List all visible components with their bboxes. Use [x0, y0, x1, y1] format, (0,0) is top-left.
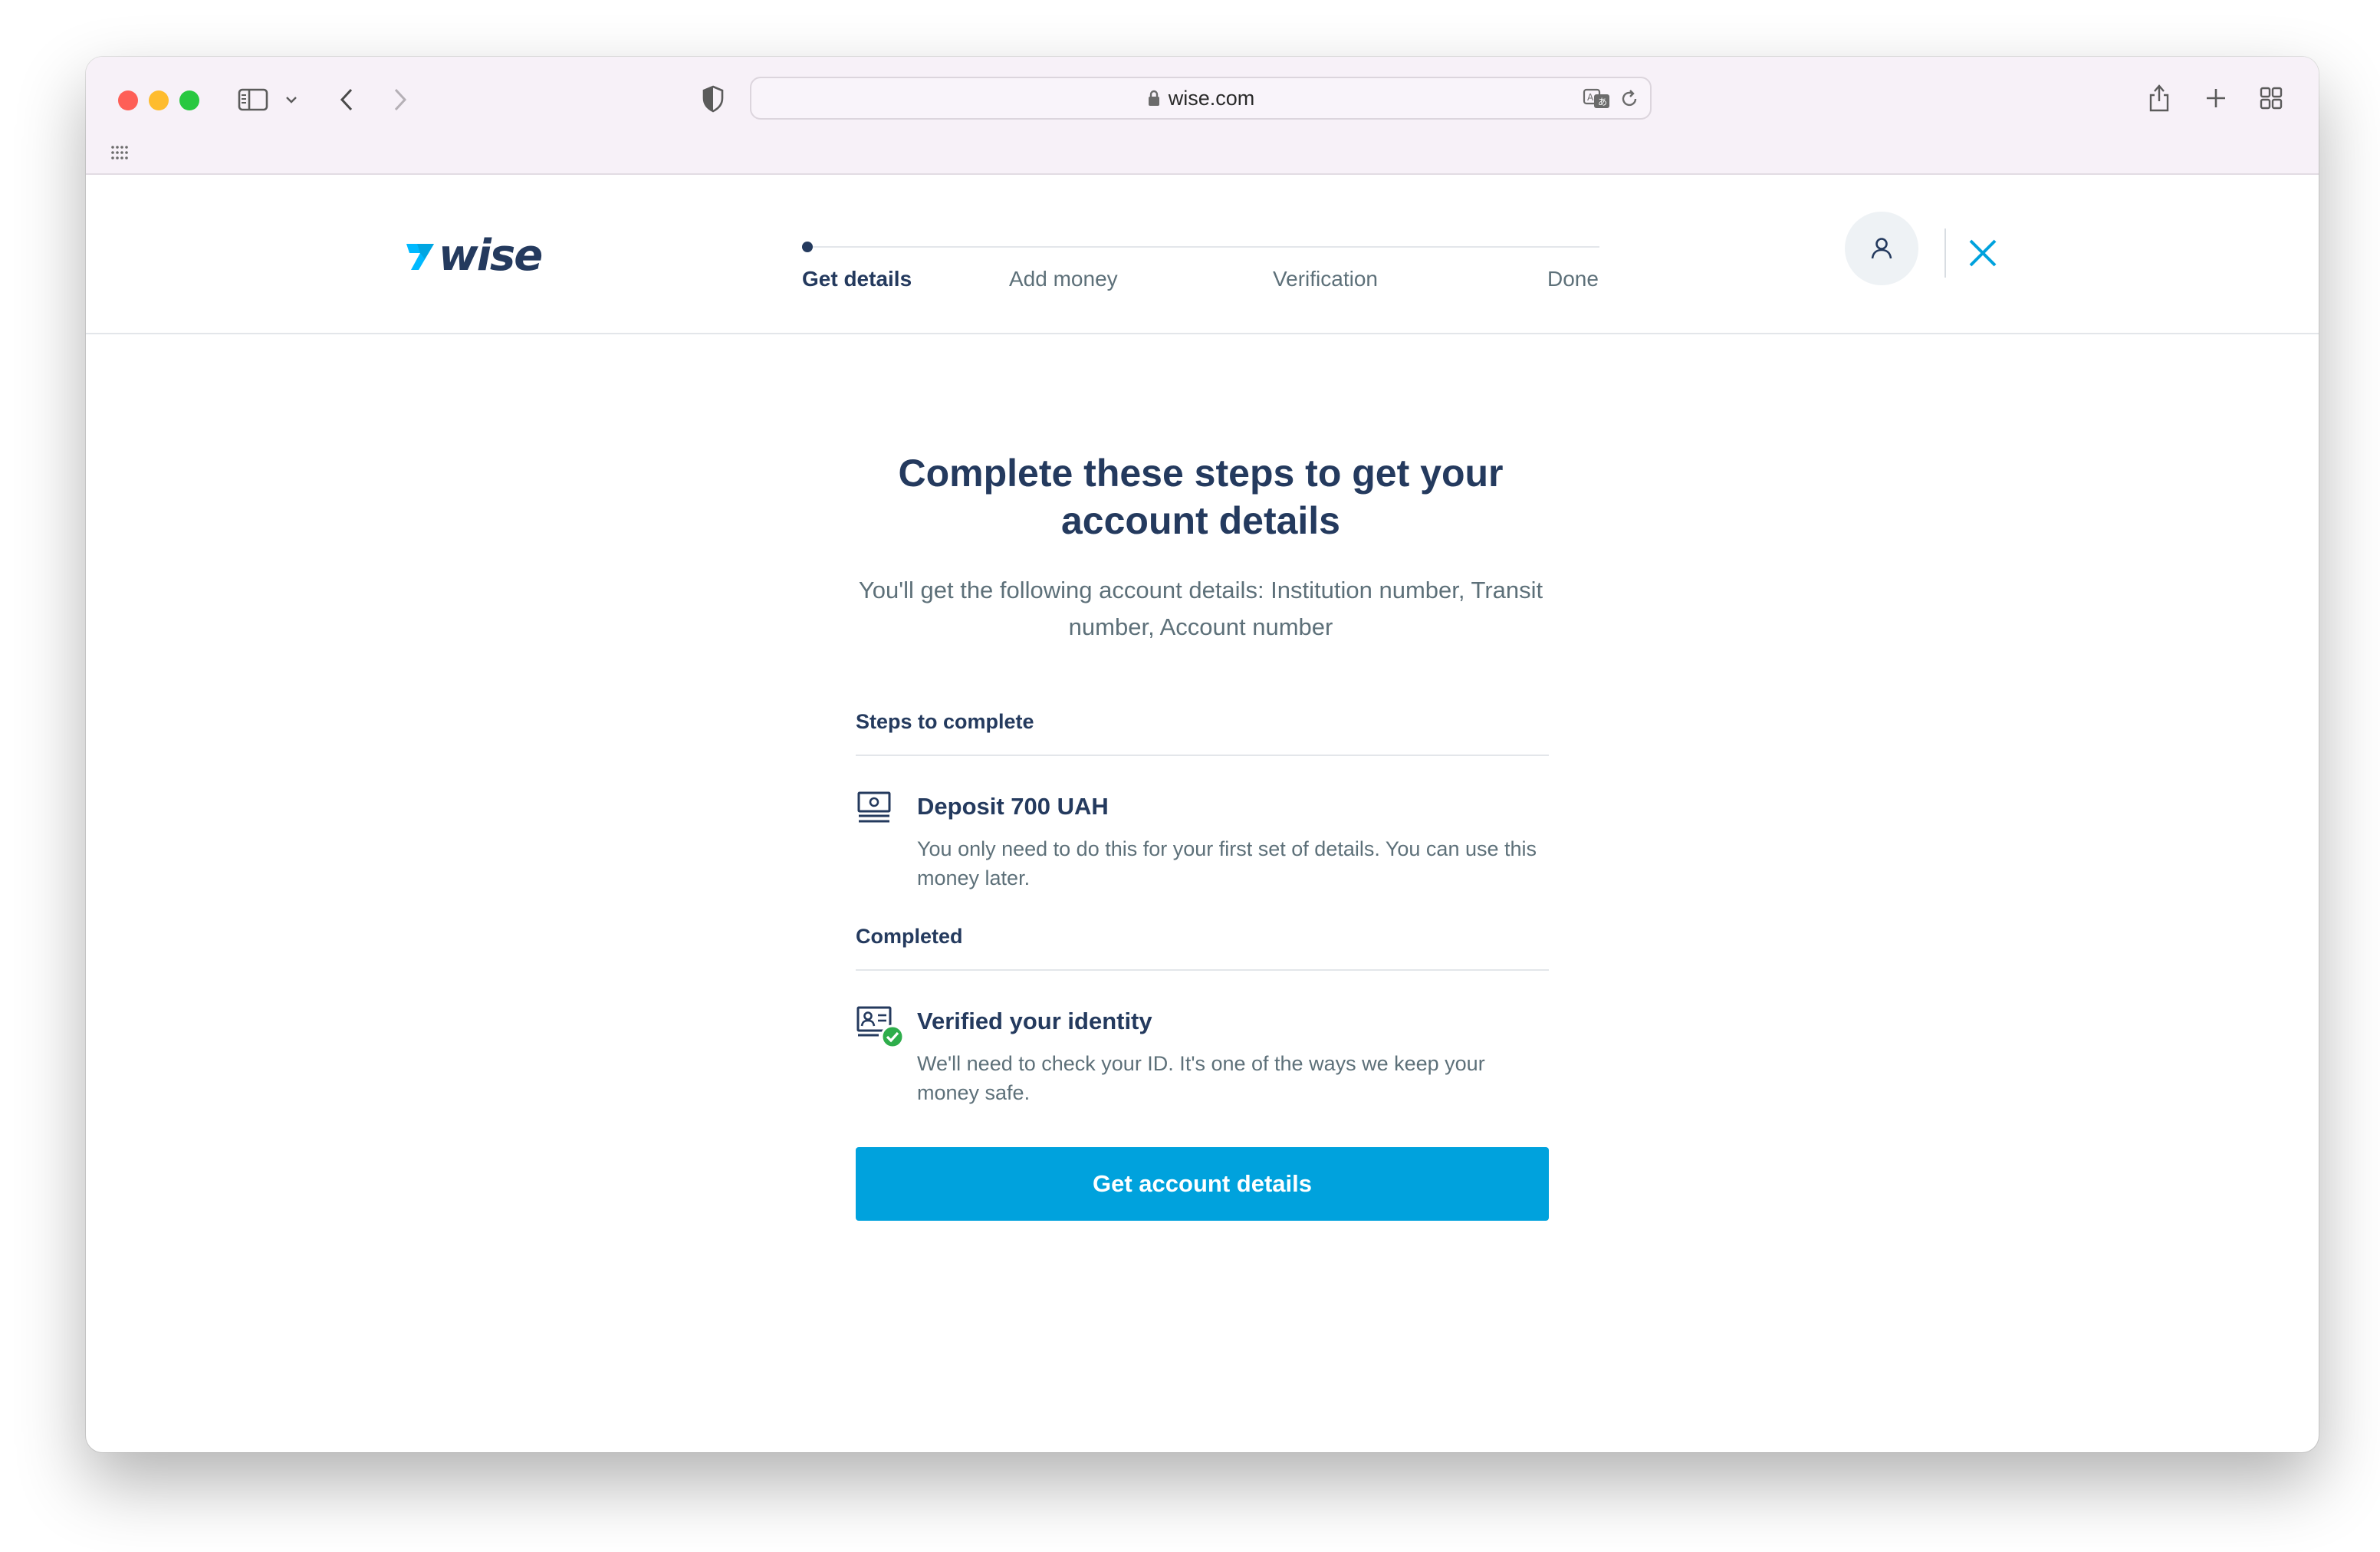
- step-done: Done: [1547, 267, 1599, 291]
- translate-icon[interactable]: Aあ: [1581, 86, 1613, 112]
- progress-stepper: Get details Add money Verification Done: [802, 230, 1599, 291]
- tab-overview-icon[interactable]: [2257, 84, 2285, 112]
- steps-section-label: Steps to complete: [856, 710, 1034, 733]
- completed-item-identity: Verified your identity We'll need to che…: [856, 1005, 1549, 1104]
- wise-logo[interactable]: wise: [403, 231, 543, 281]
- browser-window: wise.com Aあ wise Get details Add money V…: [86, 57, 2319, 1452]
- minimize-window-button[interactable]: [149, 90, 169, 110]
- zoom-window-button[interactable]: [179, 90, 199, 110]
- step-verification: Verification: [1273, 267, 1378, 291]
- wise-flag-icon: [406, 244, 434, 270]
- close-icon: [1969, 239, 1997, 267]
- step-item-title: Deposit 700 UAH: [917, 793, 1109, 820]
- stepper-track: [802, 246, 1599, 248]
- user-icon: [1871, 238, 1892, 259]
- share-icon[interactable]: [2145, 80, 2173, 115]
- page-subtitle: You'll get the following account details…: [858, 577, 1543, 640]
- shield-icon[interactable]: [698, 83, 728, 115]
- chevron-down-icon[interactable]: [282, 90, 301, 109]
- grid-icon[interactable]: [109, 141, 132, 164]
- steps-section-divider: [856, 755, 1549, 756]
- completed-section-divider: [856, 969, 1549, 971]
- step-get-details: Get details: [802, 267, 912, 291]
- step-add-money: Add money: [1009, 267, 1118, 291]
- page-title: Complete these steps to get your account…: [898, 452, 1504, 542]
- get-account-details-button[interactable]: Get account details: [856, 1147, 1549, 1221]
- wise-wordmark: wise: [439, 231, 543, 281]
- header-divider: [1944, 229, 1946, 278]
- lock-icon: [1147, 89, 1161, 107]
- close-button[interactable]: [1957, 227, 2009, 279]
- back-icon[interactable]: [333, 84, 360, 115]
- browser-toolbar: wise.com Aあ: [86, 57, 2319, 175]
- forward-icon[interactable]: [386, 84, 414, 115]
- svg-text:A: A: [1587, 92, 1594, 103]
- id-card-check-icon: [856, 1005, 909, 1057]
- svg-text:あ: あ: [1598, 97, 1607, 107]
- profile-button[interactable]: [1845, 212, 1918, 285]
- completed-item-title: Verified your identity: [917, 1008, 1152, 1034]
- stepper-current-dot: [802, 242, 813, 252]
- site-header: wise Get details Add money Verification …: [86, 175, 2319, 334]
- completed-item-description: We'll need to check your ID. It's one of…: [917, 1052, 1485, 1104]
- reload-icon[interactable]: [1618, 87, 1641, 110]
- step-item-description: You only need to do this for your first …: [917, 837, 1537, 889]
- new-tab-icon[interactable]: [2202, 84, 2230, 112]
- sidebar-icon[interactable]: [236, 86, 270, 113]
- completed-section-label: Completed: [856, 925, 963, 948]
- address-bar[interactable]: wise.com Aあ: [750, 77, 1652, 120]
- step-item-deposit: Deposit 700 UAH You only need to do this…: [856, 790, 1549, 889]
- cash-icon: [856, 790, 894, 829]
- close-window-button[interactable]: [118, 90, 138, 110]
- url-text: wise.com: [1168, 86, 1255, 110]
